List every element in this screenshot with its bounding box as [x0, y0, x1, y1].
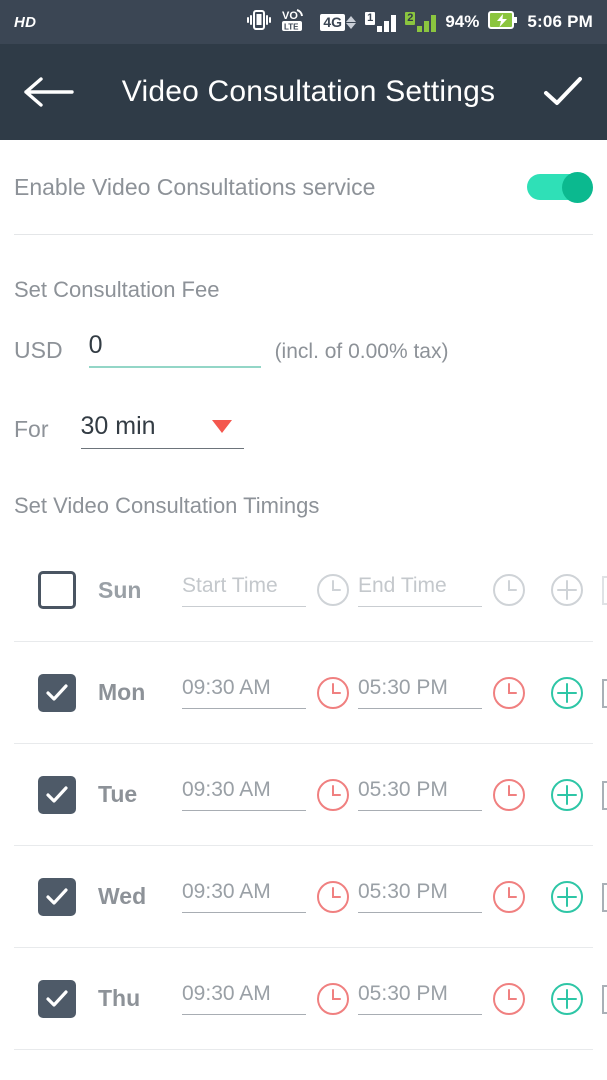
day-label-sun: Sun	[98, 576, 142, 603]
enable-video-consultations-toggle[interactable]	[527, 172, 593, 203]
table-row: Fri 09:30 AM 05:30 PM	[14, 1049, 593, 1080]
check-icon[interactable]	[541, 75, 585, 109]
enable-video-consultations-row[interactable]: Enable Video Consultations service	[14, 140, 593, 234]
fee-input[interactable]: 0	[88, 331, 261, 368]
settings-content: Enable Video Consultations service Set C…	[0, 140, 607, 1080]
vibrate-icon	[246, 9, 272, 36]
table-row: Thu 09:30 AM 05:30 PM	[14, 947, 607, 1049]
table-row: Tue 09:30 AM 05:30 PM	[14, 743, 607, 845]
start-time-sun[interactable]: Start Time	[182, 574, 306, 607]
table-row: Wed 09:30 AM 05:30 PM	[14, 845, 607, 947]
start-time-thu[interactable]: 09:30 AM	[182, 982, 306, 1015]
set-consultation-fee-title: Set Consultation Fee	[14, 277, 220, 302]
consultation-fee-row: USD 0 (incl. of 0.00% tax)	[14, 331, 593, 368]
day-label-wed: Wed	[98, 883, 147, 909]
clock-icon-end-wed[interactable]	[490, 878, 528, 916]
battery-percent-label: 94%	[445, 12, 480, 31]
copy-timings-icon-thu[interactable]	[602, 981, 607, 1017]
clock-icon-start-thu[interactable]	[314, 980, 352, 1018]
enable-video-consultations-label: Enable Video Consultations service	[14, 173, 376, 200]
plus-circle-icon-mon[interactable]	[548, 674, 586, 712]
clock-icon-end-mon[interactable]	[490, 674, 528, 712]
day-checkbox-wed[interactable]	[38, 877, 76, 916]
day-label-mon: Mon	[98, 679, 146, 705]
duration-value: 30 min	[80, 412, 156, 440]
fee-input-value: 0	[88, 331, 103, 359]
sim1-signal-icon: 1	[365, 12, 397, 32]
status-bar: HD VO LTE 4G 1 2 94% 5:06 PM	[0, 0, 607, 44]
end-time-sun[interactable]: End Time	[358, 574, 482, 607]
day-checkbox-mon[interactable]	[38, 673, 76, 712]
clock-icon-start-wed[interactable]	[314, 878, 352, 916]
data-arrows-icon	[346, 15, 357, 29]
clock-icon-end-sun[interactable]	[490, 571, 528, 609]
chevron-down-icon	[211, 420, 232, 433]
clock-icon-end-tue[interactable]	[490, 776, 528, 814]
sim1-label: 1	[365, 12, 376, 25]
clock-icon-start-mon[interactable]	[314, 674, 352, 712]
table-row: Mon 09:30 AM 05:30 PM	[14, 641, 607, 743]
plus-circle-icon-sun[interactable]	[548, 571, 586, 609]
copy-timings-icon-sun[interactable]	[602, 572, 607, 608]
page-title: Video Consultation Settings	[121, 75, 496, 108]
day-label-tue: Tue	[98, 781, 138, 807]
back-arrow-icon[interactable]	[22, 75, 76, 109]
end-time-thu[interactable]: 05:30 PM	[358, 982, 482, 1015]
copy-timings-icon-wed[interactable]	[602, 879, 607, 915]
day-checkbox-thu[interactable]	[38, 979, 76, 1018]
end-time-tue[interactable]: 05:30 PM	[358, 778, 482, 811]
tax-note-label: (incl. of 0.00% tax)	[274, 340, 449, 363]
sim2-signal-icon: 2	[405, 12, 437, 32]
day-checkbox-tue[interactable]	[38, 775, 76, 814]
hd-label: HD	[14, 13, 37, 31]
battery-charging-icon	[488, 10, 518, 35]
duration-row: For 30 min	[14, 412, 593, 449]
sim2-label: 2	[405, 12, 416, 25]
plus-circle-icon-tue[interactable]	[548, 776, 586, 814]
end-time-mon[interactable]: 05:30 PM	[358, 676, 482, 709]
day-label-thu: Thu	[98, 985, 141, 1011]
end-time-wed[interactable]: 05:30 PM	[358, 880, 482, 913]
app-bar: Video Consultation Settings	[0, 44, 607, 140]
svg-text:LTE: LTE	[284, 22, 299, 31]
start-time-tue[interactable]: 09:30 AM	[182, 778, 306, 811]
network-label: 4G	[320, 13, 346, 31]
duration-label: For	[14, 416, 49, 442]
clock-icon-start-tue[interactable]	[314, 776, 352, 814]
currency-label: USD	[14, 337, 63, 363]
toggle-thumb	[562, 172, 593, 203]
network-type-indicator: 4G	[320, 13, 357, 31]
day-checkbox-sun[interactable]	[38, 571, 76, 609]
start-time-mon[interactable]: 09:30 AM	[182, 676, 306, 709]
duration-select[interactable]: 30 min	[80, 412, 244, 449]
clock-icon-end-thu[interactable]	[490, 980, 528, 1018]
table-row: Sun Start Time End Time	[14, 539, 607, 641]
clock-icon-start-sun[interactable]	[314, 571, 352, 609]
svg-text:VO: VO	[282, 10, 298, 22]
copy-timings-icon-mon[interactable]	[602, 675, 607, 711]
start-time-wed[interactable]: 09:30 AM	[182, 880, 306, 913]
plus-circle-icon-thu[interactable]	[548, 980, 586, 1018]
set-timings-title: Set Video Consultation Timings	[14, 493, 320, 518]
clock-time-label: 5:06 PM	[527, 12, 593, 31]
day-timings-list: Sun Start Time End Time Mon 09:30 AM 05:…	[14, 539, 607, 1080]
volte-icon: VO LTE	[281, 8, 311, 37]
plus-circle-icon-wed[interactable]	[548, 878, 586, 916]
copy-timings-icon-tue[interactable]	[602, 777, 607, 813]
